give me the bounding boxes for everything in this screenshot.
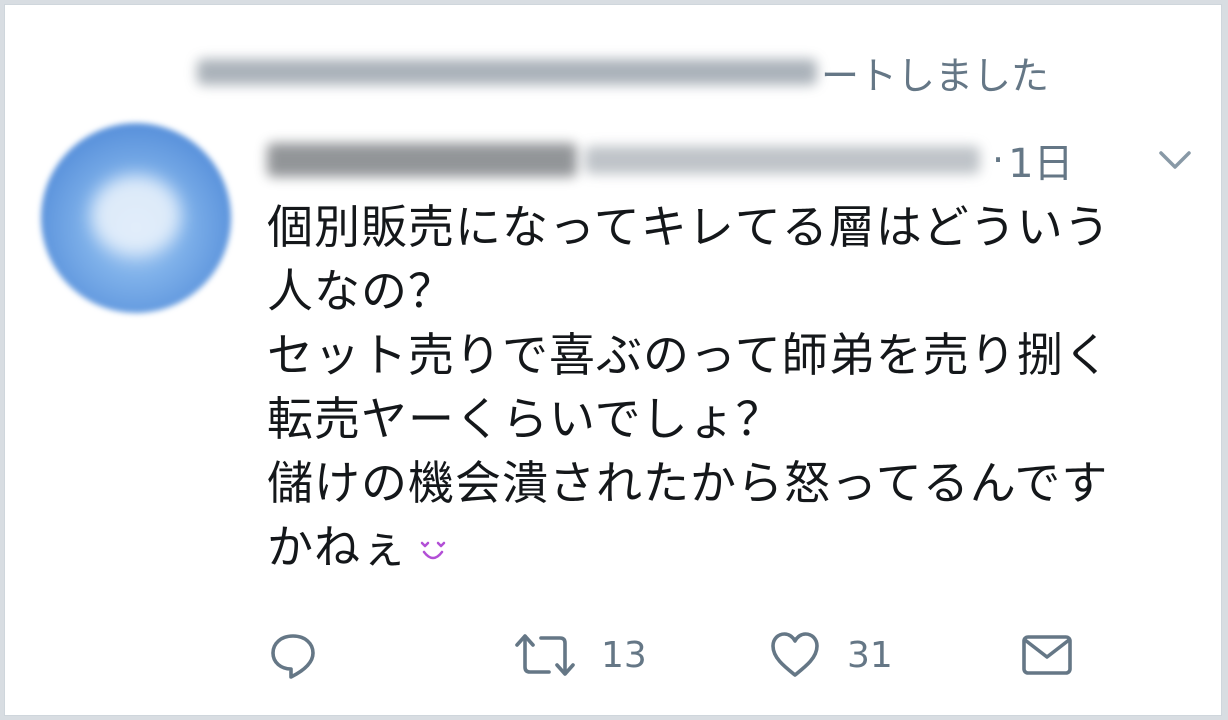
redacted-retweeter-name [197, 59, 817, 85]
heart-icon [771, 632, 819, 677]
tweet-card[interactable]: ートしました · 1日 個別販売になってキレてる層はどういう 人なの？ セット売… [4, 4, 1222, 716]
retweet-button[interactable]: 13 [513, 625, 647, 685]
chevron-down-icon[interactable] [1155, 145, 1195, 175]
tweet-text-line: 人なの？ [267, 264, 455, 318]
retweet-count: 13 [601, 634, 647, 676]
avatar-image [91, 175, 181, 255]
redacted-display-name[interactable] [267, 143, 577, 177]
tweet-header: · 1日 [267, 133, 1167, 187]
like-count: 31 [847, 634, 893, 676]
heart-eyes-emoji [420, 541, 446, 559]
retweeted-by-line: ートしました [197, 47, 1050, 98]
reply-button[interactable] [267, 625, 319, 685]
tweet-timestamp[interactable]: 1日 [1008, 131, 1073, 189]
tweet-text-line: 儲けの機会潰されたから怒ってるんです [267, 456, 1109, 510]
header-separator: · [992, 138, 1005, 182]
tweet-actions: 13 31 [267, 625, 1087, 685]
avatar[interactable] [41, 123, 231, 313]
envelope-icon [1022, 635, 1072, 675]
reply-icon [271, 634, 315, 679]
tweet-text-last-line: かねぇ [267, 515, 1197, 579]
retweeted-label: ートしました [821, 53, 1050, 98]
tweet-text-line: 転売ヤーくらいでしょ？ [267, 392, 783, 446]
tweet-text-line: かねぇ [267, 520, 408, 574]
tweet-text-line: セット売りで喜ぶのって師弟を売り捌く [267, 328, 1111, 382]
like-button[interactable]: 31 [767, 625, 893, 685]
redacted-handle[interactable] [585, 146, 980, 174]
retweet-icon [515, 634, 575, 676]
tweet-text-line: 個別販売になってキレてる層はどういう [267, 200, 1111, 254]
direct-message-button[interactable] [1019, 625, 1075, 685]
tweet-text: 個別販売になってキレてる層はどういう 人なの？ セット売りで喜ぶのって師弟を売り… [267, 195, 1197, 579]
